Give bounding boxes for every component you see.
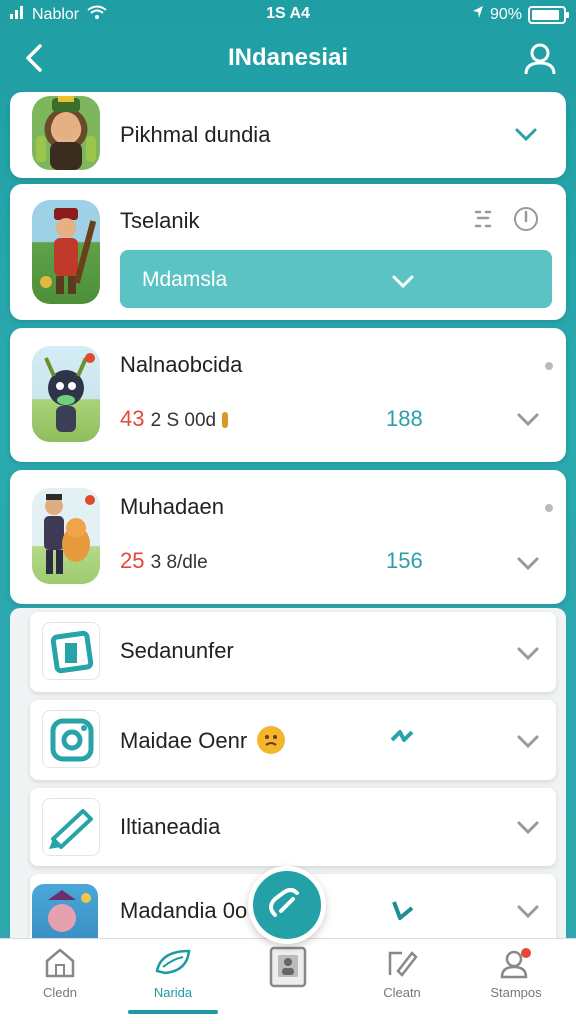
- card-stat-right: 188: [386, 406, 423, 431]
- trend-icon: [390, 726, 416, 752]
- card-stat-left: 43 2 S 00d: [120, 406, 229, 432]
- dot-indicator: [545, 362, 553, 370]
- list-item-title: Iltianeadia: [120, 814, 221, 839]
- list-card[interactable]: Nalnaobcida 43 2 S 00d 188: [10, 328, 566, 462]
- chevron-down-icon[interactable]: [515, 728, 541, 754]
- select-button[interactable]: Mdamsla: [120, 250, 552, 308]
- nav-label: Cledn: [43, 985, 77, 1000]
- card-title: Tselanik: [120, 208, 200, 233]
- emoji-icon: [257, 726, 286, 754]
- profile-button[interactable]: [522, 40, 558, 76]
- id-card-icon: [269, 946, 307, 988]
- list-card[interactable]: Muhadaen 25 3 8/dle 156: [10, 470, 566, 604]
- list-item[interactable]: Sedanunfer: [30, 612, 556, 692]
- nav-profile-card[interactable]: [238, 945, 338, 993]
- nav-label: Cleatn: [383, 985, 421, 1000]
- card-stat-left: 25 3 8/dle: [120, 548, 208, 574]
- dot-indicator: [545, 504, 553, 512]
- card-avatar: [32, 488, 100, 584]
- nav-account[interactable]: Stampos: [466, 945, 566, 1000]
- card-avatar: [32, 346, 100, 442]
- list-card[interactable]: Tselanik Mdamsla: [10, 184, 566, 320]
- page-title: INdanesiai: [227, 44, 349, 71]
- brush-icon: [42, 798, 100, 856]
- status-right: 90%: [472, 5, 569, 24]
- nav-create[interactable]: Cleatn: [352, 945, 452, 1000]
- frame-icon: [42, 622, 100, 680]
- status-bar: Nablor 1S A4 90%: [0, 0, 576, 30]
- stat-highlight: 43: [120, 406, 145, 431]
- list-card[interactable]: Pikhmal dundia: [10, 92, 566, 178]
- list-item[interactable]: Iltianeadia: [30, 788, 556, 866]
- floating-action-button[interactable]: [248, 866, 326, 944]
- nav-label: Stampos: [490, 985, 542, 1000]
- list-item-title: Sedanunfer: [120, 638, 234, 663]
- list-item-title: Maidae Oenr: [120, 726, 286, 754]
- list-item[interactable]: Maidae Oenr: [30, 700, 556, 780]
- chevron-down-icon[interactable]: [515, 550, 541, 576]
- tag-icon: [222, 412, 229, 428]
- chevron-down-icon[interactable]: [515, 814, 541, 840]
- battery-icon: [528, 5, 569, 24]
- bottom-nav: Cledn Narida Cleatn Stampos: [0, 938, 576, 1024]
- account-icon: [500, 948, 531, 979]
- nav-home[interactable]: Cledn: [10, 945, 110, 1000]
- stat-rest: 2 S 00d: [150, 410, 217, 431]
- check-icon: [390, 268, 416, 294]
- link-icon: [269, 888, 299, 917]
- home-icon: [45, 948, 75, 978]
- user-icon: [524, 43, 556, 75]
- stat-highlight: 25: [120, 548, 145, 573]
- battery-percent: 90%: [489, 5, 522, 23]
- card-avatar: [32, 200, 100, 304]
- trend-icon: [390, 898, 416, 924]
- card-title: Pikhmal dundia: [120, 122, 271, 147]
- edit-icon: [388, 951, 418, 977]
- list-item-title: Madandia 0o: [120, 898, 248, 923]
- nav-label: Narida: [153, 985, 193, 1000]
- camera-icon: [42, 710, 100, 768]
- battery-fill: [532, 9, 559, 20]
- list-item-title-text: Maidae Oenr: [120, 728, 248, 753]
- card-avatar: [32, 96, 100, 170]
- leaf-icon: [155, 949, 191, 975]
- select-button-label: Mdamsla: [142, 268, 228, 291]
- location-arrow-icon: [472, 5, 484, 24]
- app-header: INdanesiai: [0, 30, 576, 88]
- chevron-down-icon[interactable]: [515, 898, 541, 924]
- info-icon[interactable]: [513, 206, 539, 232]
- check-icon[interactable]: [513, 122, 539, 148]
- list-item-avatar: [32, 884, 98, 938]
- chevron-down-icon[interactable]: [515, 640, 541, 666]
- nav-discover[interactable]: Narida: [123, 945, 223, 1000]
- chevron-down-icon[interactable]: [515, 406, 541, 432]
- card-stat-right: 156: [386, 548, 423, 573]
- link-icon[interactable]: [470, 206, 496, 232]
- card-title: Muhadaen: [120, 494, 224, 519]
- stat-rest: 3 8/dle: [150, 552, 208, 573]
- card-title: Nalnaobcida: [120, 352, 243, 377]
- nav-active-indicator: [128, 1010, 218, 1014]
